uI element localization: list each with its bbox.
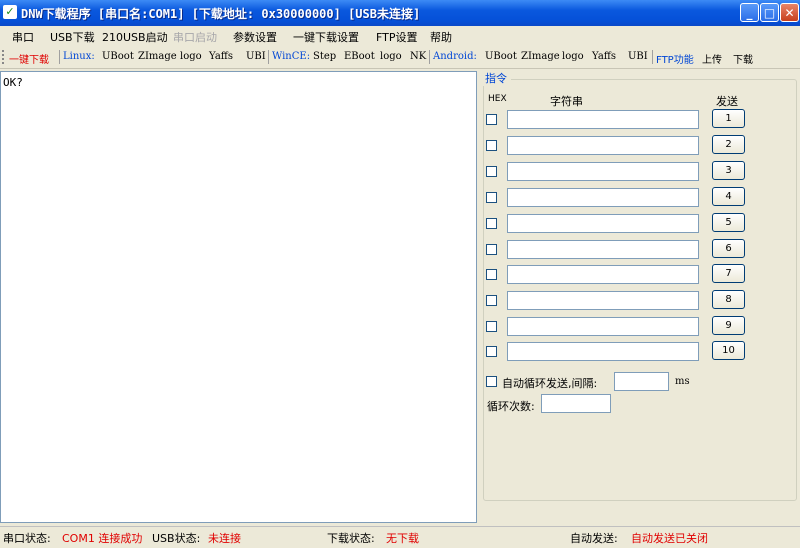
status-bar: 串口状态: COM1 连接成功 USB状态: 未连接 下载状态: 无下载 自动发… xyxy=(0,526,800,548)
commands-group-title: 指令 xyxy=(481,70,511,86)
command-string-input[interactable] xyxy=(507,136,699,155)
send-button[interactable]: 2 xyxy=(712,135,745,154)
interval-input[interactable] xyxy=(614,372,669,391)
maximize-button[interactable]: □ xyxy=(760,3,779,22)
hex-checkbox[interactable] xyxy=(486,218,497,229)
minimize-button[interactable]: _ xyxy=(740,3,759,22)
hex-checkbox[interactable] xyxy=(486,114,497,125)
toolbar-separator xyxy=(652,50,653,64)
serial-status-value: COM1 连接成功 xyxy=(62,532,143,545)
android-label: Android: xyxy=(433,51,477,62)
ftp-upload-button[interactable]: 上传 xyxy=(702,51,722,66)
command-string-input[interactable] xyxy=(507,240,699,259)
hex-header: HEX xyxy=(488,94,507,104)
ftp-download-button[interactable]: 下载 xyxy=(733,51,753,66)
wince-logo-button[interactable]: logo xyxy=(380,51,402,62)
hex-checkbox[interactable] xyxy=(486,321,497,332)
menu-bar: 串口 USB下载 210USB启动 串口启动 参数设置 一键下载设置 FTP设置… xyxy=(0,26,800,46)
command-string-input[interactable] xyxy=(507,110,699,129)
auto-loop-checkbox[interactable] xyxy=(486,376,497,387)
auto-send-label: 自动发送: xyxy=(570,532,618,545)
toolbar-separator xyxy=(429,50,430,64)
menu-210usb-boot[interactable]: 210USB启动 xyxy=(102,29,168,45)
hex-checkbox[interactable] xyxy=(486,346,497,357)
app-icon: ✓ xyxy=(3,5,17,19)
usb-status-label: USB状态: xyxy=(152,532,201,545)
linux-yaffs-button[interactable]: Yaffs xyxy=(209,51,233,62)
output-text: OK? xyxy=(3,76,23,89)
interval-unit: ms xyxy=(675,376,690,387)
toolbar-separator xyxy=(59,50,60,64)
auto-loop-label: 自动循环发送,间隔: xyxy=(502,377,598,390)
wince-nk-button[interactable]: NK xyxy=(410,51,426,62)
send-button[interactable]: 10 xyxy=(712,341,745,360)
send-button[interactable]: 9 xyxy=(712,316,745,335)
linux-zimage-button[interactable]: ZImage xyxy=(138,51,177,62)
command-string-input[interactable] xyxy=(507,317,699,336)
string-header: 字符串 xyxy=(550,95,583,108)
menu-usb-download[interactable]: USB下载 xyxy=(50,29,95,45)
loop-count-input[interactable] xyxy=(541,394,611,413)
send-button[interactable]: 4 xyxy=(712,187,745,206)
close-button[interactable]: ✕ xyxy=(780,3,799,22)
hex-checkbox[interactable] xyxy=(486,295,497,306)
hex-checkbox[interactable] xyxy=(486,166,497,177)
command-string-input[interactable] xyxy=(507,162,699,181)
menu-ftp-settings[interactable]: FTP设置 xyxy=(376,29,418,45)
ftp-label: FTP功能 xyxy=(656,55,694,66)
toolbar: 一键下载 Linux: UBoot ZImage logo Yaffs UBI … xyxy=(0,47,800,69)
android-uboot-button[interactable]: UBoot xyxy=(485,51,517,62)
send-button[interactable]: 8 xyxy=(712,290,745,309)
android-logo-button[interactable]: logo xyxy=(562,51,584,62)
android-yaffs-button[interactable]: Yaffs xyxy=(592,51,616,62)
wince-eboot-button[interactable]: EBoot xyxy=(344,51,375,62)
output-textarea[interactable]: OK? xyxy=(0,71,477,523)
send-button[interactable]: 5 xyxy=(712,213,745,232)
send-button[interactable]: 6 xyxy=(712,239,745,258)
toolbar-separator xyxy=(268,50,269,64)
linux-label: Linux: xyxy=(63,51,95,62)
hex-checkbox[interactable] xyxy=(486,269,497,280)
android-zimage-button[interactable]: ZImage xyxy=(521,51,560,62)
toolbar-grip xyxy=(2,50,7,64)
window-title: DNW下载程序 [串口名:COM1] [下载地址: 0x30000000] [U… xyxy=(21,7,421,21)
loop-count-label: 循环次数: xyxy=(487,400,535,413)
send-header: 发送 xyxy=(716,95,738,108)
send-button[interactable]: 1 xyxy=(712,109,745,128)
download-status-label: 下载状态: xyxy=(327,532,375,545)
menu-oneclick-settings[interactable]: 一键下载设置 xyxy=(293,29,359,45)
menu-parameters[interactable]: 参数设置 xyxy=(233,29,277,45)
command-string-input[interactable] xyxy=(507,214,699,233)
auto-send-value: 自动发送已关闭 xyxy=(631,532,708,545)
menu-help[interactable]: 帮助 xyxy=(430,29,452,45)
command-string-input[interactable] xyxy=(507,188,699,207)
linux-uboot-button[interactable]: UBoot xyxy=(102,51,134,62)
serial-status-label: 串口状态: xyxy=(3,532,51,545)
usb-status-value: 未连接 xyxy=(208,532,241,545)
command-string-input[interactable] xyxy=(507,291,699,310)
wince-label: WinCE: xyxy=(272,51,311,62)
title-bar: ✓ DNW下载程序 [串口名:COM1] [下载地址: 0x30000000] … xyxy=(0,0,800,26)
download-status-value: 无下载 xyxy=(386,532,419,545)
linux-logo-button[interactable]: logo xyxy=(180,51,202,62)
command-string-input[interactable] xyxy=(507,265,699,284)
menu-serial-boot: 串口启动 xyxy=(173,31,217,44)
send-button[interactable]: 7 xyxy=(712,264,745,283)
oneclick-download-button[interactable]: 一键下载 xyxy=(9,51,49,66)
hex-checkbox[interactable] xyxy=(486,140,497,151)
menu-serial[interactable]: 串口 xyxy=(12,29,34,45)
command-string-input[interactable] xyxy=(507,342,699,361)
hex-checkbox[interactable] xyxy=(486,192,497,203)
android-ubi-button[interactable]: UBI xyxy=(628,51,648,62)
hex-checkbox[interactable] xyxy=(486,244,497,255)
send-button[interactable]: 3 xyxy=(712,161,745,180)
wince-step-button[interactable]: Step xyxy=(313,51,336,62)
linux-ubi-button[interactable]: UBI xyxy=(246,51,266,62)
